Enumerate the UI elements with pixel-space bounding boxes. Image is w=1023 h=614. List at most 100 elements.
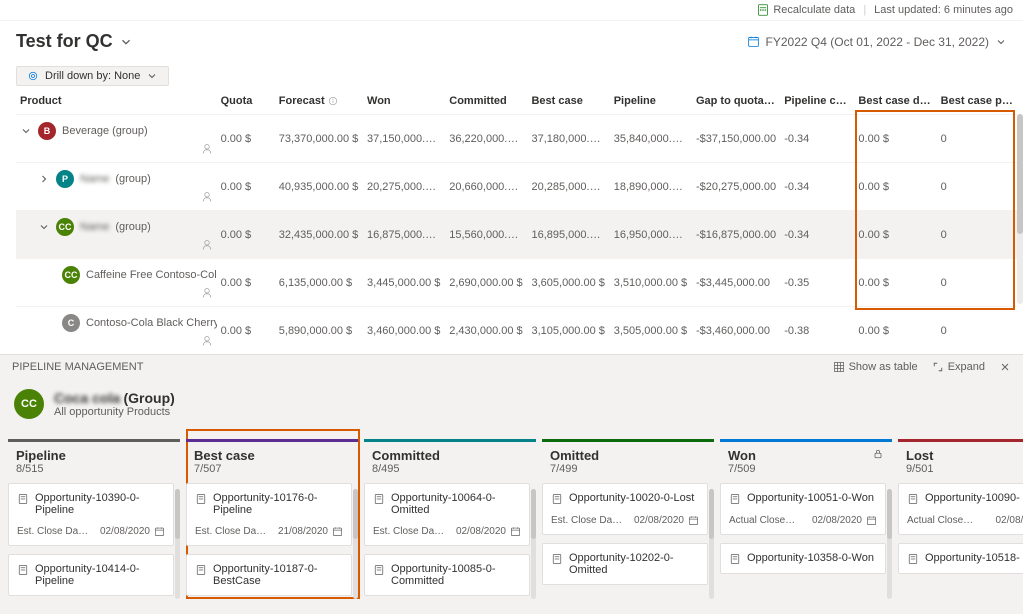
drilldown-selector[interactable]: Drill down by: None: [16, 66, 169, 86]
expand-button[interactable]: Expand: [932, 361, 985, 373]
user-icon: [201, 287, 213, 299]
column-header[interactable]: Gap to quota: [692, 88, 780, 115]
document-icon: [195, 564, 207, 576]
kanban-card[interactable]: Opportunity-10414-0-Pipeline: [8, 554, 174, 596]
column-title: Lost: [906, 448, 934, 463]
calendar-icon: [866, 515, 877, 526]
period-selector[interactable]: FY2022 Q4 (Oct 01, 2022 - Dec 31, 2022): [747, 35, 1007, 49]
product-label: (group): [115, 221, 150, 233]
column-header[interactable]: Product: [16, 88, 217, 115]
cell-quota: 0.00 $: [217, 115, 275, 163]
calendar-icon: [154, 526, 165, 537]
kanban-card[interactable]: Opportunity-10518-: [898, 543, 1023, 574]
cell-committed: 36,220,000.00 $: [445, 115, 527, 163]
kanban-board: Pipeline8/515Opportunity-10390-0-Pipelin…: [0, 429, 1023, 614]
column-count: 9/501: [906, 463, 934, 475]
column-header[interactable]: Committed: [445, 88, 527, 115]
close-button[interactable]: [999, 361, 1011, 373]
table-row[interactable]: CContoso-Cola Black Cherry Va0.00 $5,890…: [16, 307, 1017, 355]
card-date-value: 02/08/2020: [812, 515, 877, 526]
table-row[interactable]: PName (group)0.00 $40,935,000.00 $20,275…: [16, 163, 1017, 211]
kanban-card[interactable]: Opportunity-10187-0-BestCase: [186, 554, 352, 596]
expand-label: Expand: [948, 361, 985, 373]
column-header[interactable]: Best case produ…: [937, 88, 1017, 115]
product-label: Beverage (group): [62, 125, 148, 137]
cell-bcd: 0.00 $: [854, 115, 936, 163]
avatar: B: [38, 122, 56, 140]
cell-bcp: 0: [937, 115, 1017, 163]
kanban-card[interactable]: Opportunity-10390-0-Pipeline Est. Close D…: [8, 483, 174, 546]
cell-gap: -$16,875,000.00: [692, 211, 780, 259]
column-title: Best case: [194, 448, 255, 463]
cell-bcd: 0.00 $: [854, 307, 936, 355]
column-header[interactable]: Quota: [217, 88, 275, 115]
chevron-right-icon[interactable]: [38, 173, 50, 185]
cell-best: 3,105,000.00 $: [527, 307, 609, 355]
kanban-card[interactable]: Opportunity-10051-0-WonActual Close…02/0…: [720, 483, 886, 535]
page-title: Test for QC: [16, 31, 113, 52]
document-icon: [373, 493, 385, 505]
kanban-card[interactable]: Opportunity-10020-0-LostEst. Close Da…02…: [542, 483, 708, 535]
pipeline-section-title: PIPELINE MANAGEMENT: [12, 361, 143, 373]
kanban-column: Omitted7/499Opportunity-10020-0-LostEst.…: [542, 439, 714, 604]
cell-won: 37,150,000.00 $: [363, 115, 445, 163]
card-title: Opportunity-10085-0-Committed: [391, 563, 521, 587]
page-title-dropdown[interactable]: Test for QC: [16, 31, 133, 52]
column-scrollbar[interactable]: [531, 489, 536, 599]
cell-best: 20,285,000.00 $: [527, 163, 609, 211]
calendar-icon: [688, 515, 699, 526]
column-header[interactable]: Won: [363, 88, 445, 115]
column-scrollbar[interactable]: [175, 489, 180, 599]
period-label: FY2022 Q4 (Oct 01, 2022 - Dec 31, 2022): [766, 35, 989, 49]
kanban-card[interactable]: Opportunity-10090-Actual Close…02/08/202: [898, 483, 1023, 535]
show-table-label: Show as table: [849, 361, 918, 373]
cell-pipeline: 18,890,000.00 $: [610, 163, 692, 211]
card-title: Opportunity-10020-0-Lost: [569, 492, 694, 504]
document-icon: [729, 553, 741, 565]
vertical-scrollbar[interactable]: [1017, 114, 1023, 304]
group-header: CC Coca cola (Group) All opportunity Pro…: [0, 379, 1023, 429]
card-title: Opportunity-10390-0-Pipeline: [35, 492, 165, 516]
card-title: Opportunity-10202-0-Omitted: [569, 552, 699, 576]
column-scrollbar[interactable]: [709, 489, 714, 599]
kanban-card[interactable]: Opportunity-10358-0-Won: [720, 543, 886, 574]
table-row[interactable]: CCName (group)0.00 $32,435,000.00 $16,87…: [16, 211, 1017, 259]
kanban-card[interactable]: Opportunity-10064-0-OmittedEst. Close Da…: [364, 483, 530, 546]
column-count: 8/515: [16, 463, 66, 475]
info-icon: [767, 96, 777, 106]
card-date-value: 21/08/2020: [278, 526, 343, 537]
cell-bcp: 0: [937, 307, 1017, 355]
column-header[interactable]: Best case disco…: [854, 88, 936, 115]
cell-cov: -0.34: [780, 115, 854, 163]
chevron-down-icon[interactable]: [20, 125, 32, 137]
column-scrollbar[interactable]: [887, 489, 892, 599]
cell-cov: -0.34: [780, 211, 854, 259]
table-row[interactable]: BBeverage (group)0.00 $73,370,000.00 $37…: [16, 115, 1017, 163]
card-date-label: Est. Close Da…: [17, 526, 88, 537]
chevron-down-icon[interactable]: [38, 221, 50, 233]
group-avatar: CC: [14, 389, 44, 419]
show-as-table-button[interactable]: Show as table: [833, 361, 918, 373]
table-row[interactable]: CCCaffeine Free Contoso-Cola0.00 $6,135,…: [16, 259, 1017, 307]
chevron-down-icon: [119, 35, 133, 49]
column-header[interactable]: Pipeline cove…: [780, 88, 854, 115]
lock-icon: [872, 448, 884, 460]
kanban-card[interactable]: Opportunity-10085-0-Committed: [364, 554, 530, 596]
recalculate-button[interactable]: Recalculate data: [757, 4, 855, 16]
card-title: Opportunity-10414-0-Pipeline: [35, 563, 165, 587]
column-scrollbar[interactable]: [353, 489, 358, 599]
user-icon: [201, 239, 213, 251]
kanban-card[interactable]: Opportunity-10176-0-PipelineEst. Close D…: [186, 483, 352, 546]
chevron-down-icon: [146, 70, 158, 82]
avatar: C: [62, 314, 80, 332]
column-header[interactable]: Pipeline: [610, 88, 692, 115]
cell-committed: 2,430,000.00 $: [445, 307, 527, 355]
cell-quota: 0.00 $: [217, 163, 275, 211]
card-date-value: 02/08/202: [996, 515, 1023, 526]
column-header[interactable]: Best case: [527, 88, 609, 115]
column-header[interactable]: Forecast: [275, 88, 363, 115]
card-date-label: Actual Close…: [729, 515, 795, 526]
cell-committed: 15,560,000.00 $: [445, 211, 527, 259]
card-date-value: 02/08/2020: [100, 526, 165, 537]
kanban-card[interactable]: Opportunity-10202-0-Omitted: [542, 543, 708, 585]
